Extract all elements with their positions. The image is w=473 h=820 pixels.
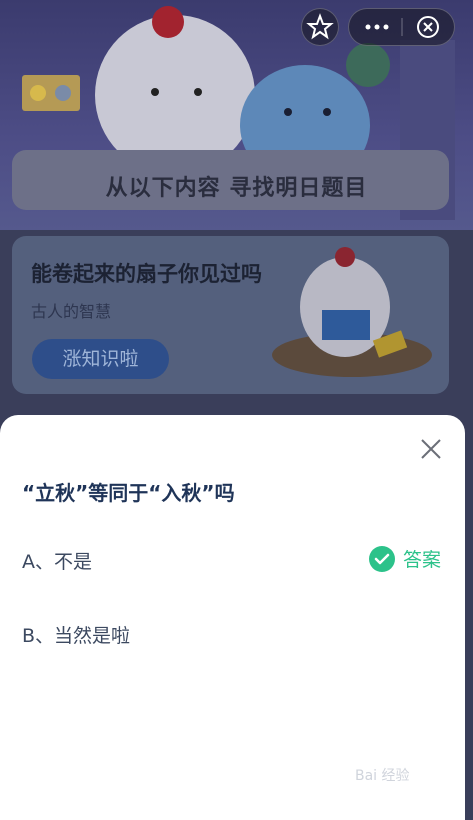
- star-icon: [306, 13, 334, 40]
- option-b[interactable]: B、当然是啦: [22, 621, 130, 648]
- topic-card-subtitle: 古人的智慧: [31, 302, 112, 321]
- more-button[interactable]: [348, 8, 401, 46]
- tomorrow-topic-heading: 从以下内容 寻找明日题目: [105, 176, 368, 201]
- question-title: “立秋”等同于“入秋”吗: [22, 481, 235, 505]
- reading-chicken-illustration: [272, 247, 432, 377]
- favorite-button[interactable]: [301, 8, 339, 46]
- close-icon: [421, 439, 441, 459]
- close-miniprogram-button[interactable]: [402, 8, 455, 46]
- chicken-comb: [152, 6, 184, 38]
- topic-card-title: 能卷起来的扇子你见过吗: [31, 262, 262, 286]
- option-a[interactable]: A、不是: [22, 547, 92, 574]
- answer-label: 答案: [402, 549, 441, 571]
- learn-more-button[interactable]: 涨知识啦: [32, 339, 169, 379]
- close-sheet-button[interactable]: [419, 437, 443, 461]
- globe: [346, 43, 390, 87]
- answer-indicator: 答案: [368, 545, 441, 572]
- answer-sheet: “立秋”等同于“入秋”吗 A、不是 答案 B、当然是啦 Bai 经验: [0, 415, 465, 820]
- watermark: Bai 经验: [355, 768, 410, 784]
- check-icon: [368, 545, 395, 572]
